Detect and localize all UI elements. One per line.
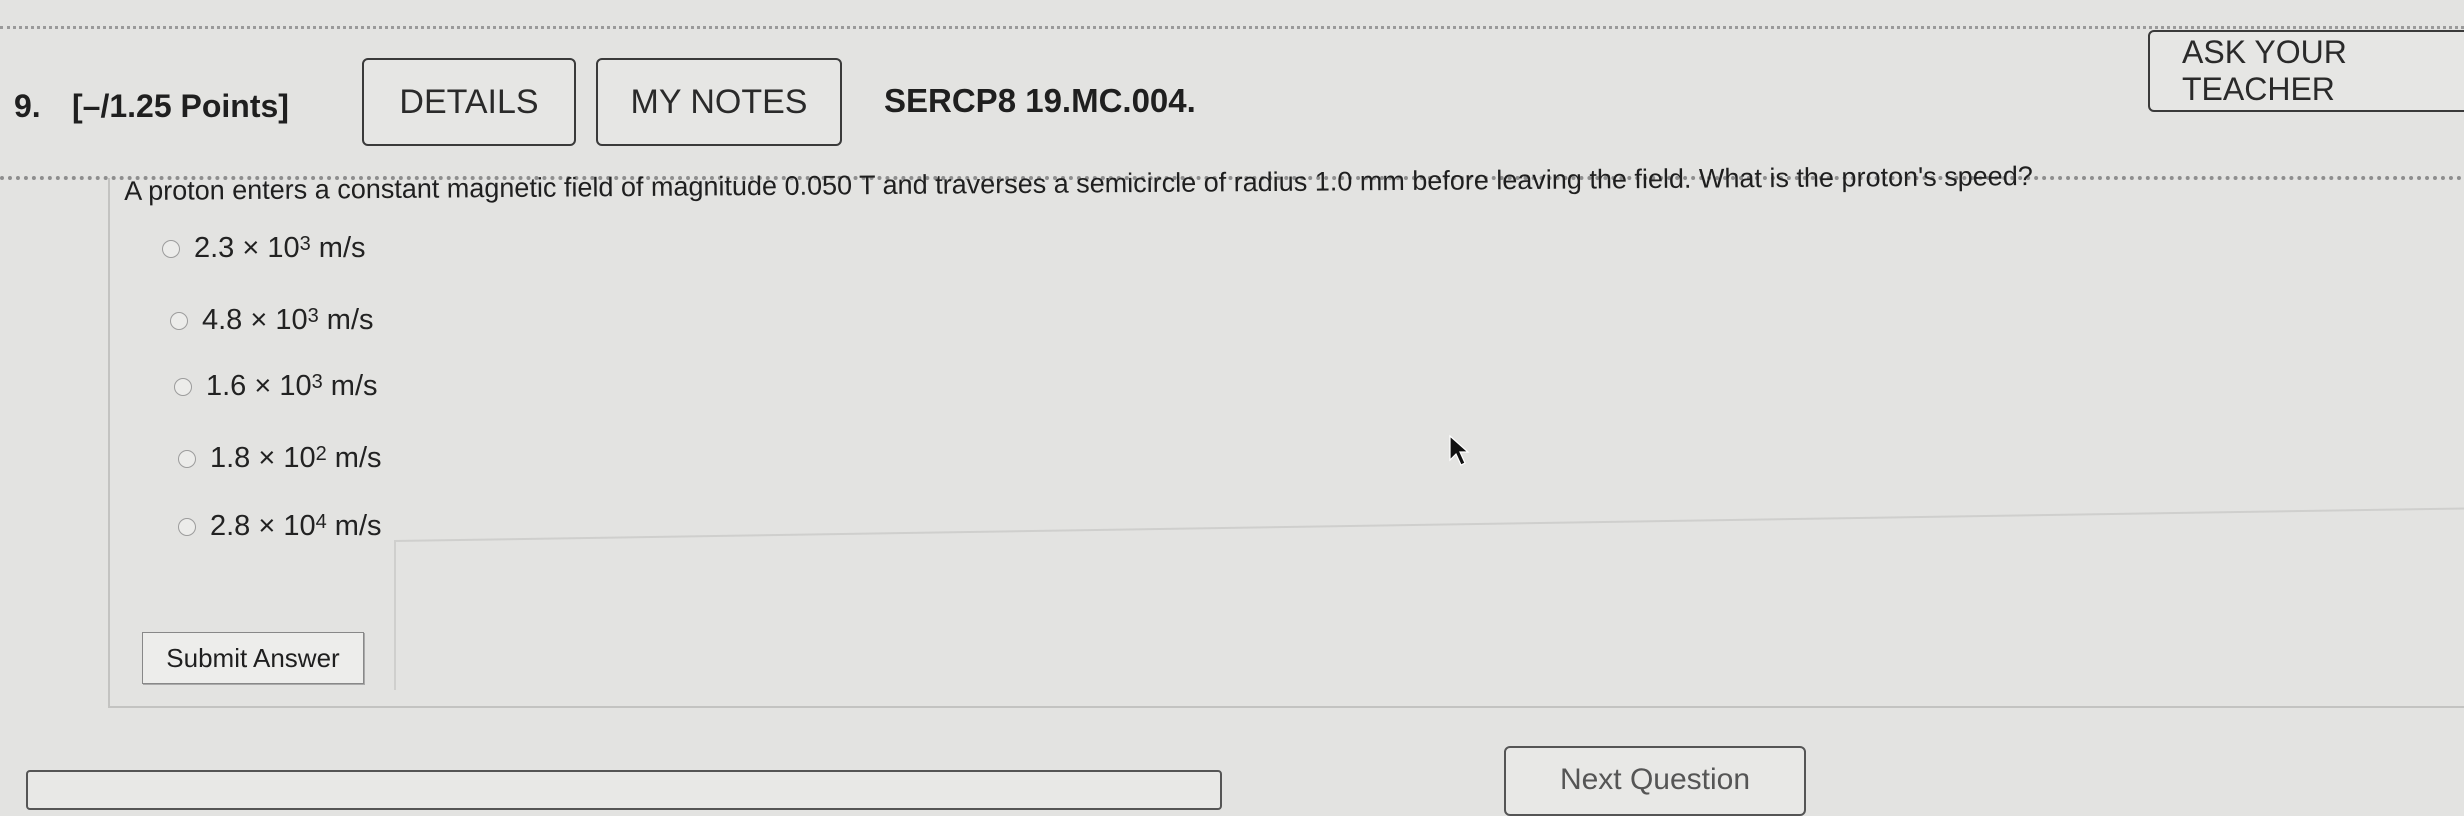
radio-button[interactable]: [170, 311, 188, 330]
option-unit: m/s: [326, 510, 382, 542]
submit-answer-button[interactable]: Submit Answer: [142, 632, 364, 684]
option-exponent: 3: [307, 305, 319, 327]
option-exponent: 3: [299, 233, 311, 255]
answer-option[interactable]: 2.8 × 10 4 m/s: [178, 510, 382, 543]
option-exponent: 3: [311, 371, 323, 393]
option-unit: m/s: [326, 442, 382, 474]
answer-option[interactable]: 1.6 × 10 3 m/s: [174, 370, 378, 403]
my-notes-button[interactable]: MY NOTES: [596, 58, 842, 146]
option-mantissa: 2.3 × 10: [194, 232, 300, 264]
option-exponent: 2: [315, 443, 327, 465]
radio-button[interactable]: [178, 517, 196, 536]
bottom-panel: [26, 770, 1222, 810]
details-button[interactable]: DETAILS: [362, 58, 576, 146]
ask-your-teacher-button[interactable]: ASK YOUR TEACHER: [2148, 30, 2464, 112]
radio-button[interactable]: [162, 239, 180, 258]
question-code: SERCP8 19.MC.004.: [884, 82, 1196, 119]
mouse-pointer-icon: [1449, 434, 1470, 466]
option-unit: m/s: [310, 232, 366, 264]
option-unit: m/s: [318, 304, 374, 336]
option-exponent: 4: [315, 511, 327, 533]
answer-option[interactable]: 4.8 × 10 3 m/s: [170, 304, 374, 337]
answer-option[interactable]: 1.8 × 10 2 m/s: [178, 442, 382, 475]
answer-option[interactable]: 2.3 × 10 3 m/s: [162, 232, 366, 265]
question-number: 9.: [14, 88, 41, 124]
view-next-question-button[interactable]: Next Question: [1504, 746, 1806, 816]
option-mantissa: 4.8 × 10: [202, 304, 308, 336]
radio-button[interactable]: [174, 377, 192, 396]
top-divider: [0, 26, 2464, 29]
option-mantissa: 1.6 × 10: [206, 370, 312, 402]
radio-button[interactable]: [178, 449, 196, 468]
option-mantissa: 1.8 × 10: [210, 442, 316, 474]
question-points: [–/1.25 Points]: [72, 88, 289, 124]
option-unit: m/s: [322, 370, 378, 402]
option-mantissa: 2.8 × 10: [210, 510, 316, 542]
